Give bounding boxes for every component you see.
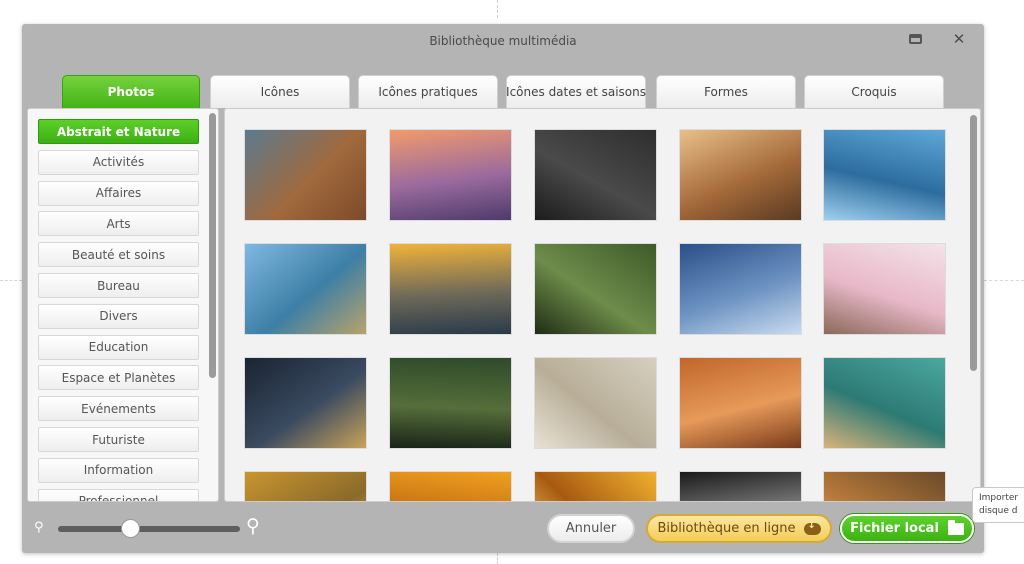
photo-sun-glow[interactable] [534,471,657,501]
photo-canyon-horseshoe-bend[interactable] [244,129,367,221]
maximize-button[interactable] [906,30,924,48]
tooltip-line: disque d [979,506,1018,516]
category-item[interactable]: Beauté et soins [38,242,199,268]
photo-cherry-blossoms[interactable] [823,243,946,335]
cloud-download-icon [803,520,821,535]
category-item[interactable]: Bureau [38,273,199,298]
category-item[interactable]: Espace et Planètes [38,365,199,391]
online-library-button[interactable]: Bibliothèque en ligne [646,514,832,543]
photo-earth-from-space-night[interactable] [244,357,367,449]
tooltip-line: Importer [979,493,1019,503]
cancel-button-label: Annuler [565,521,617,536]
cancel-button[interactable]: Annuler [547,514,635,543]
photo-green-cliffs-waterfall[interactable] [389,357,512,449]
photo-turquoise-water-shore[interactable] [823,357,946,449]
photo-metal-bubbles[interactable] [679,471,802,501]
online-library-button-label: Bibliothèque en ligne [657,521,796,536]
zoom-slider-handle[interactable] [121,519,141,538]
guide-line [497,0,498,18]
close-icon: ✕ [952,30,966,48]
photo-orange-sky[interactable] [389,471,512,501]
photo-wheat-field[interactable] [244,471,367,501]
zoom-in-icon[interactable]: ⚲ [246,515,260,537]
photo-blue-ice-crystals[interactable] [823,129,946,221]
category-item[interactable]: Education [38,334,199,360]
dialog-title: Bibliothèque multimédia [429,34,577,48]
media-library-dialog: Bibliothèque multimédia ✕ Photos Icônes Ic… [22,24,984,553]
category-item[interactable]: Information [38,457,199,483]
photo-sandstone-waves[interactable] [679,357,802,449]
photo-rocks-autumn[interactable] [823,471,946,501]
category-item[interactable]: Arts [38,211,199,237]
photo-dark-rain-texture[interactable] [534,129,657,221]
zoom-out-icon[interactable]: ⚲ [34,520,44,535]
gallery-scrollbar[interactable] [970,115,977,371]
category-item[interactable]: Divers [38,303,199,329]
tab-formes[interactable]: Formes [656,75,796,108]
category-list: Abstrait et Nature Activités Affaires Arts B… [27,108,219,502]
tab-ic-nes-pratiques[interactable]: Icônes pratiques [358,75,498,108]
category-scrollbar[interactable] [209,113,216,378]
local-file-button[interactable]: Fichier local [840,514,974,543]
photo-golden-light-streaks[interactable] [679,129,802,221]
guide-line [497,553,498,564]
tab-ic-nes[interactable]: Icônes [210,75,350,108]
window-icon [908,34,922,44]
tab-ic-nes-dates-et-saisons[interactable]: Icônes dates et saisons [506,75,646,108]
photo-sunrise-over-fog[interactable] [389,243,512,335]
guide-line [0,280,22,281]
bottom-bar: ⚲ ⚲ Annuler Bibliothèque en ligne Fichie… [22,505,984,553]
photo-mountain-lake-island[interactable] [244,243,367,335]
category-item[interactable]: Affaires [38,180,199,206]
category-item[interactable]: Abstrait et Nature [38,119,199,144]
photo-leaf-water-drops[interactable] [534,243,657,335]
category-item[interactable]: Activités [38,149,199,175]
category-item[interactable]: Evénements [38,396,199,422]
tab-photos[interactable]: Photos [62,75,200,108]
category-item[interactable]: Futuriste [38,427,199,452]
photo-lake-sunset-island[interactable] [389,129,512,221]
category-item[interactable]: Professionnel [38,488,199,501]
photo-blue-mountain-layers[interactable] [679,243,802,335]
photo-gallery [224,108,981,502]
tab-croquis[interactable]: Croquis [804,75,944,108]
close-button[interactable]: ✕ [950,30,968,48]
folder-icon [947,519,964,535]
zoom-slider[interactable] [58,526,240,532]
photo-sand-ripples[interactable] [534,357,657,449]
local-file-button-label: Fichier local [850,521,939,536]
guide-line [984,280,1024,281]
tooltip: Importer disque d [972,487,1024,523]
